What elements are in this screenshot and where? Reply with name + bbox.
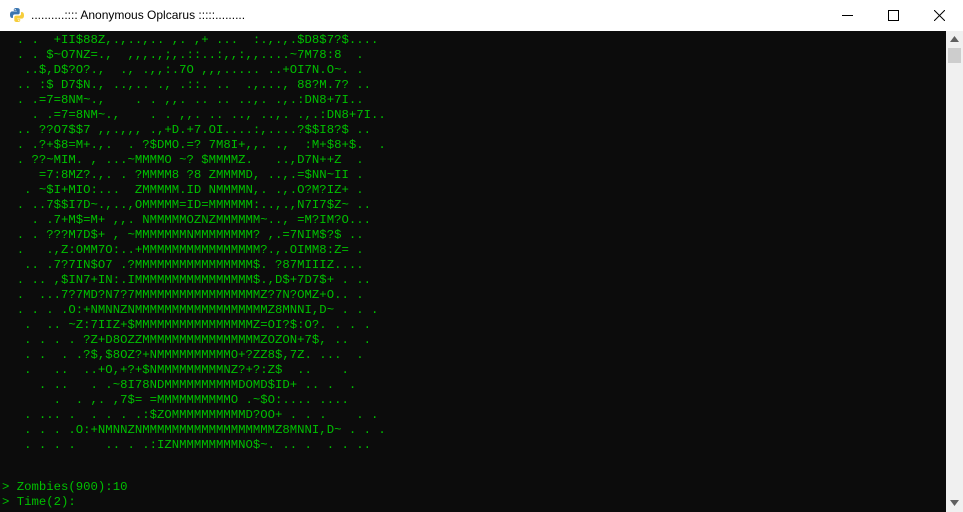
ascii-art-line: . . $~O7NZ=., ,,,.,;,.::..:,,:,,....~7M7… <box>2 48 364 62</box>
ascii-art-line: . .. ,$IN7+IN:.IMMMMMMMMMMMMMMMM$.,D$+7D… <box>2 273 371 287</box>
prompt-line-time[interactable]: > Time(2): <box>2 495 76 510</box>
window-title: ..........:::: Anonymous Oplcarus :::::.… <box>31 8 246 22</box>
ascii-art-line: . . . . ?Z+D8OZZMMMMMMMMMMMMMMMMZOZON+7$… <box>2 333 371 347</box>
console-window: ..........:::: Anonymous Oplcarus :::::.… <box>0 0 963 512</box>
scroll-up-button[interactable] <box>946 31 963 48</box>
title-bar[interactable]: ..........:::: Anonymous Oplcarus :::::.… <box>0 0 963 31</box>
scroll-down-arrow-icon <box>950 500 959 506</box>
ascii-art-line: . .,Z:OMM7O:..+MMMMMMMMMMMMMMMM?.,.OIMM8… <box>2 243 364 257</box>
ascii-art-line: ..$,D$?O?., ., .,,:.7O ,,,..... ..+OI7N.… <box>2 63 364 77</box>
ascii-art-line: =7:8MZ?.,. . ?MMMM8 ?8 ZMMMMD, ..,.=$NN~… <box>2 168 364 182</box>
ascii-art-line: . . . .O:+NMNNZNMMMMMMMMMMMMMMMMMMZ8MNNI… <box>2 303 379 317</box>
maximize-icon <box>888 10 899 21</box>
ascii-art-line: . ??~MIM. , ...~MMMMO ~? $MMMMZ. ..,D7N+… <box>2 153 364 167</box>
scrollbar-thumb[interactable] <box>948 48 961 63</box>
scroll-down-button[interactable] <box>946 495 963 512</box>
console-output[interactable]: . . +II$88Z,.,..,.. ,. ,+ ... :.,.,.$D8$… <box>0 31 946 512</box>
ascii-art-line: . . ???M7D$+ , ~MMMMMMMNMMMMMMMM? ,.=7NI… <box>2 228 364 242</box>
minimize-icon <box>842 15 853 16</box>
close-icon <box>934 10 945 21</box>
maximize-button[interactable] <box>871 0 917 31</box>
ascii-art-line: . . . .?$,$8OZ?+NMMMMMMMMMMO+?ZZ8$,7Z. .… <box>2 348 364 362</box>
ascii-art-line: . ..7$$I7D~.,..,OMMMMM=ID=MMMMMM:..,.,N7… <box>2 198 371 212</box>
ascii-art-line: . . . .O:+NMNNZNMMMMMMMMMMMMMMMMMMZ8MNNI… <box>2 423 386 437</box>
ascii-art-line: . . . . .. . .:IZNMMMMMMMMNO$~. .. . . .… <box>2 438 371 452</box>
ascii-art-line: . .. . .~8I78NDMMMMMMMMMMDOMD$ID+ .. . . <box>2 378 357 392</box>
ascii-art-line: . . +II$88Z,.,..,.. ,. ,+ ... :.,.,.$D8$… <box>2 33 379 47</box>
ascii-art-line: .. ??O7$$7 ,,.,,, .,+D.+7.OI....:,....?$… <box>2 123 371 137</box>
vertical-scrollbar[interactable] <box>946 31 963 512</box>
python-icon <box>9 7 25 23</box>
ascii-art-line: . .=7=8NM~., . . ,,. .. .., ..,. .,.:DN8… <box>2 108 386 122</box>
ascii-art-line: . .=7=8NM~., . . ,,. .. .. ..,. .,.:DN8+… <box>2 93 364 107</box>
ascii-art-line: . .. ~Z:7IIZ+$MMMMMMMMMMMMMMMMZ=OI?$:O?.… <box>2 318 371 332</box>
ascii-art-line: . ...7?7MD?N7?7MMMMMMMMMMMMMMMMMZ?7N?OMZ… <box>2 288 364 302</box>
scroll-up-arrow-icon <box>950 36 959 42</box>
ascii-art-line: .. .7?7IN$O7 .?MMMMMMMMMMMMMMMM$. ?87MII… <box>2 258 364 272</box>
ascii-art-line: . . ,. ,7$= =MMMMMMMMMMO .~$O:.... .... <box>2 393 349 407</box>
close-button[interactable] <box>917 0 963 31</box>
ascii-art-line: . .?+$8=M+.,. . ?$DMO.=? 7M8I+,,. ., :M+… <box>2 138 386 152</box>
ascii-art-line: . ... . . . . .:$ZOMMMMMMMMMMD?OO+ . . .… <box>2 408 379 422</box>
minimize-button[interactable] <box>825 0 871 31</box>
ascii-art-line: . .. ..+O,+?+$NMMMMMMMMMNZ?+?:Z$ .. . <box>2 363 349 377</box>
prompt-line-zombies: > Zombies(900):10 <box>2 480 128 494</box>
ascii-art-line: .. :$ D7$N., ..,.. ., .::. .. .,..., 88?… <box>2 78 371 92</box>
ascii-art-line: . .7+M$=M+ ,,. NMMMMMOZNZMMMMMM~.., =M?I… <box>2 213 371 227</box>
ascii-art-line: . ~$I+MIO:... ZMMMMM.ID NMMMMN,. .,.O?M?… <box>2 183 364 197</box>
